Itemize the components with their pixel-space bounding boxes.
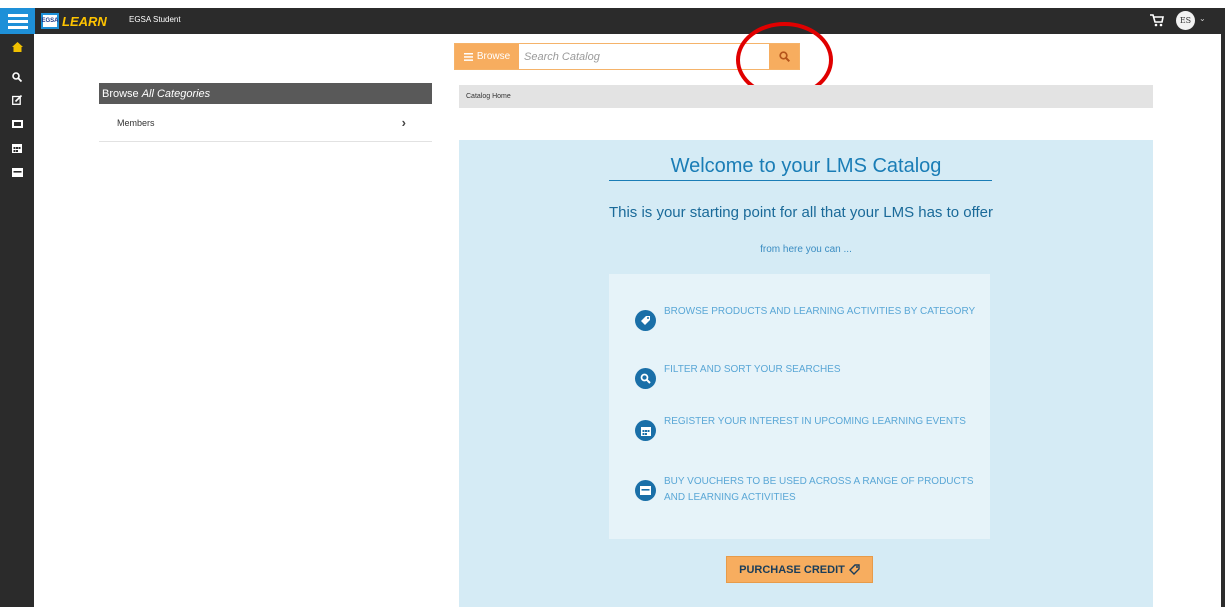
category-header-prefix: Browse [102, 87, 139, 100]
browse-button[interactable]: Browse [455, 44, 519, 69]
category-panel: Browse All Categories Members › [99, 83, 432, 142]
voucher-icon[interactable] [10, 165, 24, 179]
title-divider [609, 180, 992, 181]
breadcrumb-item-catalog-home[interactable]: Catalog Home [466, 93, 511, 100]
menu-line [7, 19, 28, 23]
ticket-icon[interactable] [10, 117, 24, 131]
hamburger-menu-button[interactable] [0, 8, 35, 34]
category-item-members[interactable]: Members › [99, 104, 432, 142]
cart-icon[interactable] [1150, 14, 1164, 27]
feature-item-register: Register your interest in upcoming learn… [635, 414, 984, 441]
category-panel-header: Browse All Categories [99, 83, 432, 104]
feature-item-browse: Browse products and learning activities … [635, 304, 984, 331]
purchase-credit-label: PURCHASE CREDIT [739, 563, 845, 576]
feature-text: Register your interest in upcoming learn… [664, 416, 966, 427]
chevron-down-icon[interactable]: ⌄ [1199, 14, 1206, 23]
menu-line [7, 13, 28, 17]
category-header-emphasis: All Categories [141, 87, 211, 100]
breadcrumb: Catalog Home [459, 85, 1153, 108]
welcome-panel: Welcome to your LMS Catalog This is your… [459, 140, 1153, 607]
calendar-icon[interactable] [10, 141, 24, 155]
right-edge-bar [1221, 34, 1225, 607]
feature-list: Browse products and learning activities … [609, 274, 990, 539]
left-nav-rail [0, 34, 34, 607]
feature-text: Filter and sort your searches [664, 364, 841, 375]
welcome-subtitle: This is your starting point for all that… [608, 204, 994, 221]
logo-badge: EGSA [41, 13, 59, 29]
welcome-small-text: from here you can ... [760, 244, 852, 255]
browse-label: Browse [476, 51, 511, 62]
logo-text: LEARN [62, 13, 107, 29]
app-logo[interactable]: EGSA LEARN [41, 11, 107, 31]
menu-line [7, 25, 28, 29]
home-icon[interactable] [10, 40, 24, 54]
calendar-icon [635, 420, 656, 441]
search-input[interactable] [519, 44, 769, 69]
feature-item-filter: Filter and sort your searches [635, 362, 984, 389]
chevron-right-icon: › [401, 115, 406, 130]
list-icon [463, 52, 473, 61]
feature-text: Buy vouchers to be used across a range o… [664, 476, 974, 503]
feature-text: Browse products and learning activities … [664, 306, 976, 317]
avatar[interactable]: ES [1176, 11, 1195, 30]
tag-icon [848, 564, 860, 575]
category-item-label: Members [117, 117, 155, 128]
top-bar: EGSA LEARN EGSA Student ES ⌄ [0, 8, 1225, 34]
purchase-credit-button[interactable]: PURCHASE CREDIT [726, 556, 873, 583]
user-name: EGSA Student [129, 15, 181, 24]
tag-icon [635, 310, 656, 331]
welcome-title: Welcome to your LMS Catalog [670, 155, 942, 177]
search-icon [635, 368, 656, 389]
edit-icon[interactable] [10, 93, 24, 107]
search-icon[interactable] [10, 70, 24, 84]
feature-item-vouchers: Buy vouchers to be used across a range o… [635, 474, 984, 506]
voucher-icon [635, 480, 656, 501]
